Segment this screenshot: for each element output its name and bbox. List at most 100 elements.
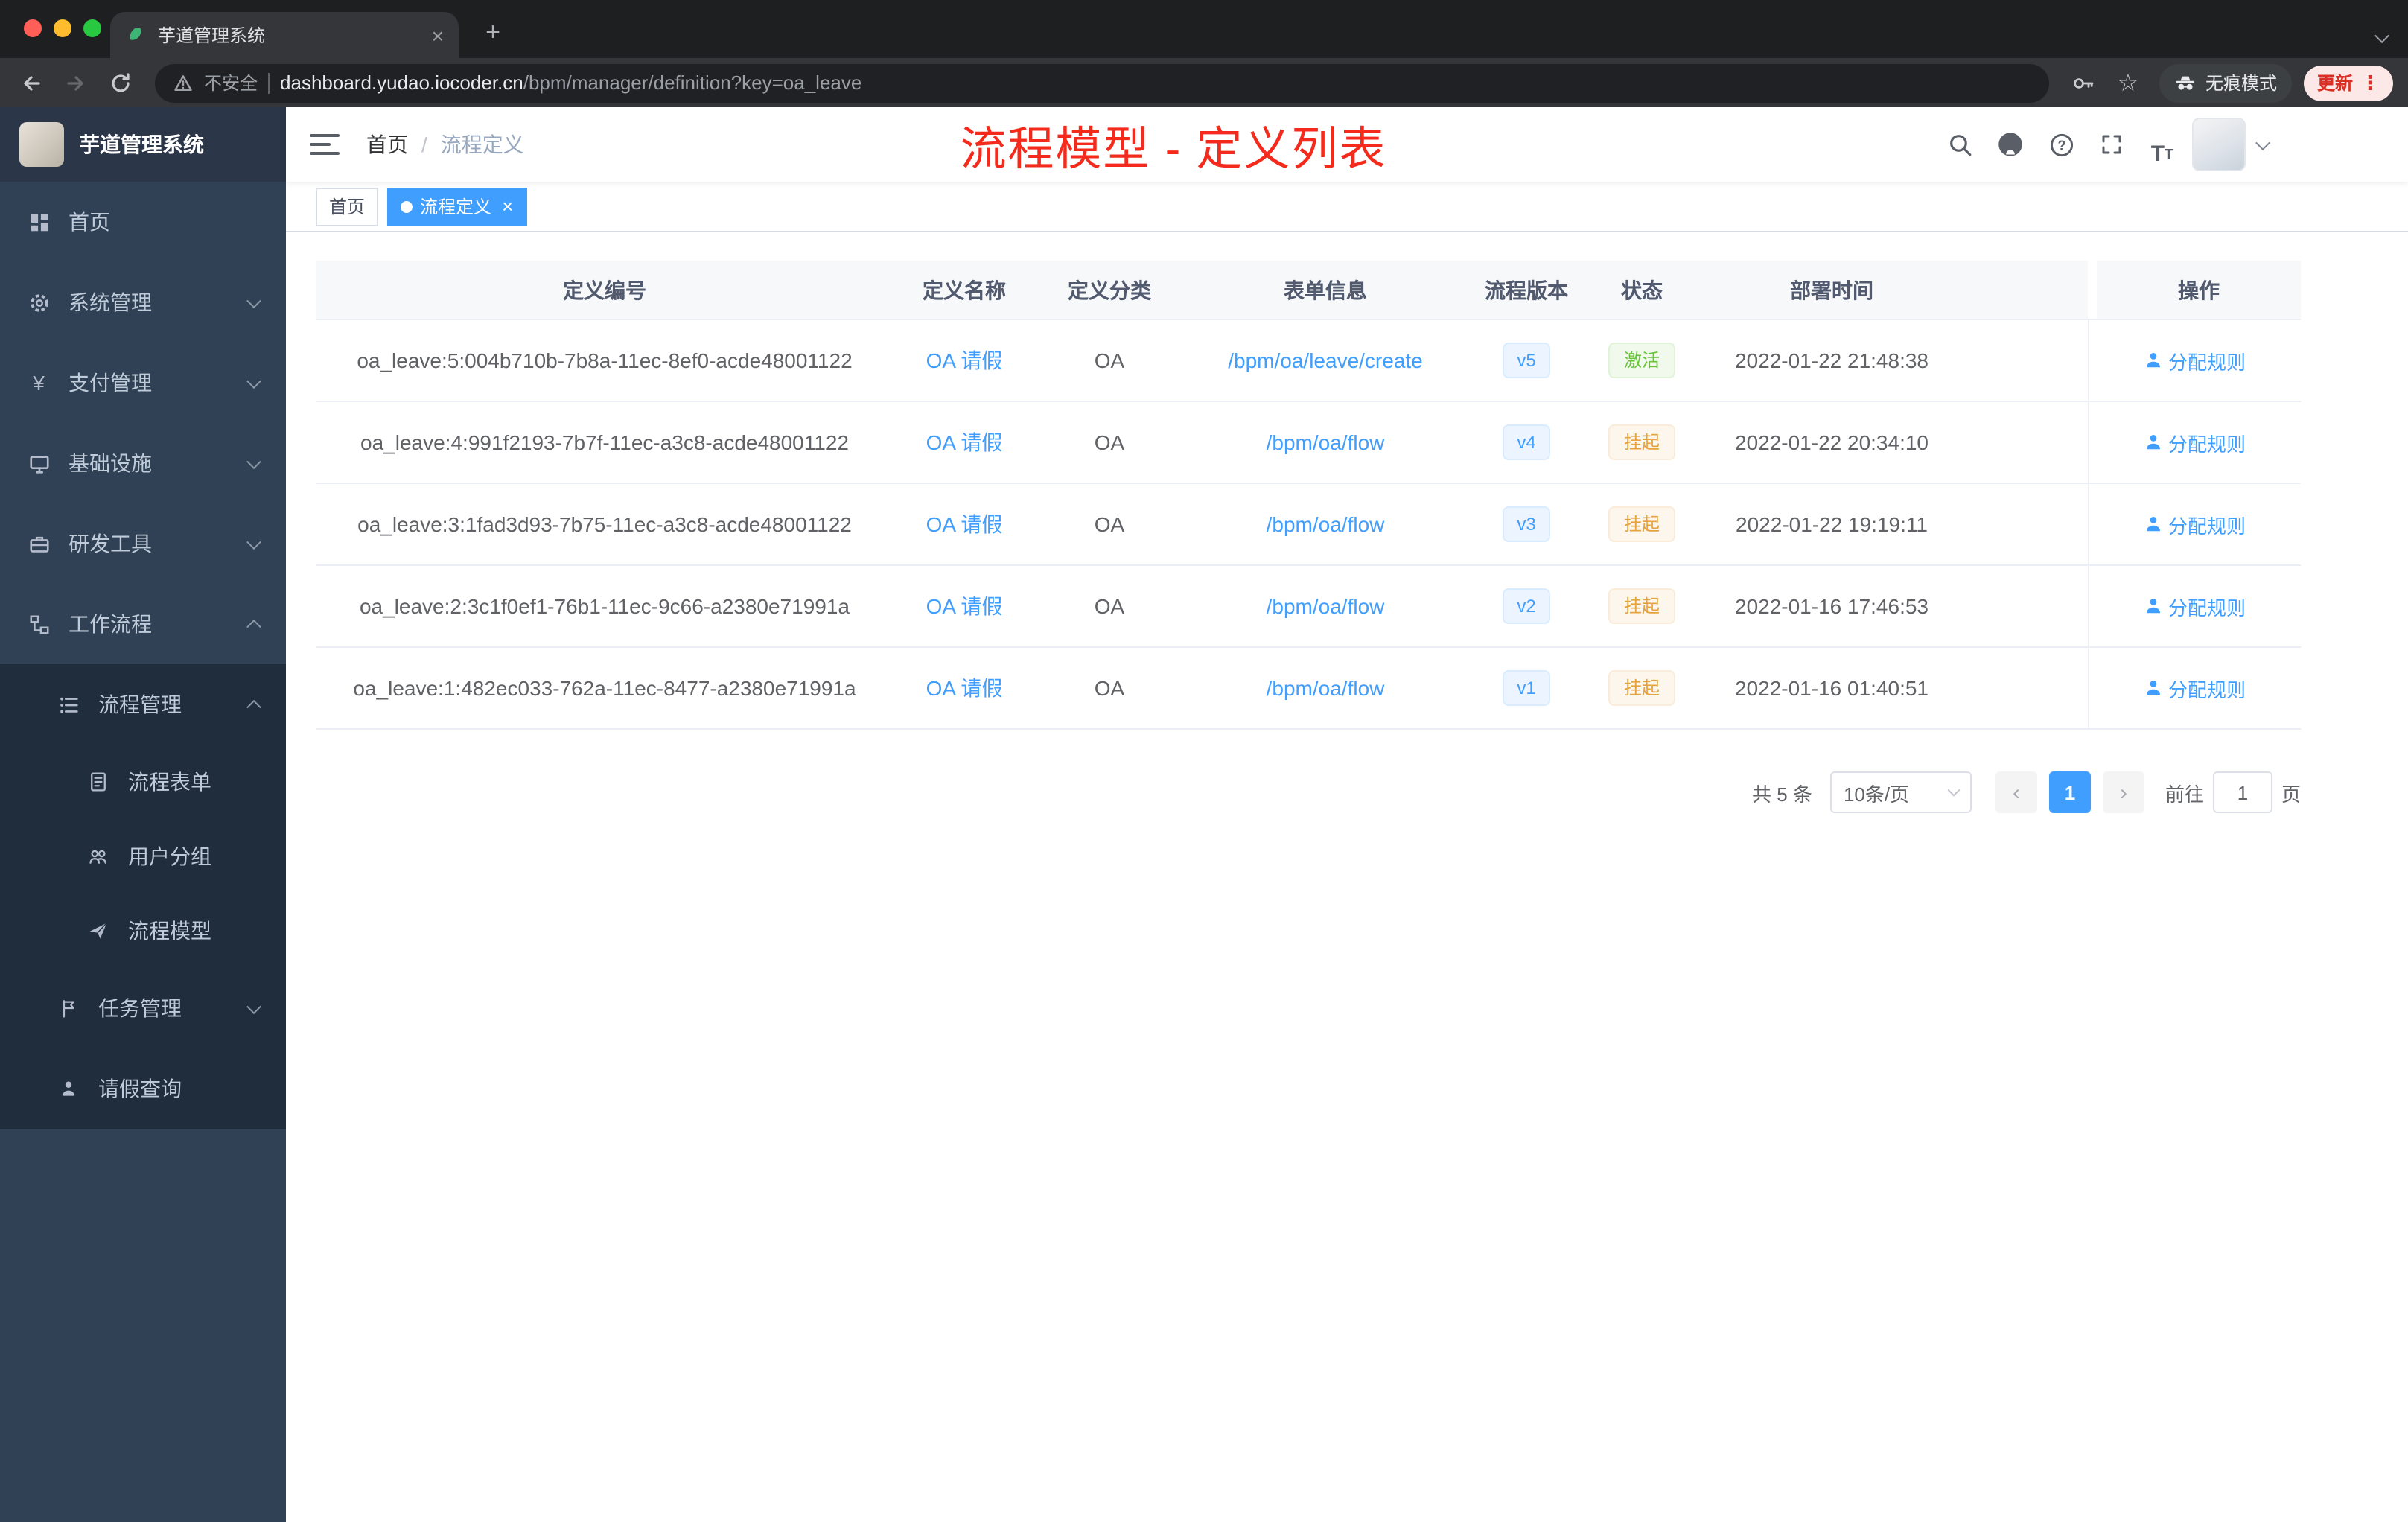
form-link[interactable]: /bpm/oa/flow [1267, 512, 1385, 536]
tag-label: 流程定义 [420, 197, 492, 217]
users-icon [86, 844, 110, 868]
update-label: 更新 [2316, 73, 2353, 94]
main-content: 定义编号 定义名称 定义分类 表单信息 流程版本 状态 部署时间 操作 oa_l… [286, 232, 2408, 1522]
sidebar-item-user-group[interactable]: 用户分组 [0, 819, 286, 894]
back-icon[interactable] [9, 62, 54, 104]
definition-category: OA [1094, 594, 1125, 618]
definition-name-link[interactable]: OA 请假 [926, 346, 1003, 375]
sidebar: 芋道管理系统 首页 系统管理 ¥ 支付管理 基础设施 研发工具 工作流程 流程管… [0, 107, 286, 1522]
browser-toolbar: 不安全 dashboard.yudao.iocoder.cn/bpm/manag… [0, 58, 2408, 107]
tag-process-definition[interactable]: 流程定义 × [387, 187, 527, 226]
col-header-filler [1966, 261, 2088, 319]
minimize-window-button[interactable] [54, 19, 71, 37]
table-header: 定义编号 定义名称 定义分类 表单信息 流程版本 状态 部署时间 操作 [316, 261, 2301, 320]
table-row: oa_leave:3:1fad3d93-7b75-11ec-a3c8-acde4… [316, 484, 2301, 566]
breadcrumb-separator: / [421, 133, 427, 156]
security-label[interactable]: 不安全 [204, 70, 258, 95]
table-row: oa_leave:1:482ec033-762a-11ec-8477-a2380… [316, 648, 2301, 730]
sidebar-item-system[interactable]: 系统管理 [0, 262, 286, 343]
assign-rule-link[interactable]: 分配规则 [2144, 592, 2246, 620]
zoom-window-button[interactable] [83, 19, 101, 37]
assign-rule-link[interactable]: 分配规则 [2144, 510, 2246, 538]
new-tab-button[interactable]: + [477, 16, 509, 49]
definition-category: OA [1094, 348, 1125, 372]
definition-name-link[interactable]: OA 请假 [926, 673, 1003, 703]
close-window-button[interactable] [24, 19, 42, 37]
pagination: 共 5 条 10条/页 ‹ 1 › 前往 页 [316, 771, 2301, 813]
sidebar-item-payment[interactable]: ¥ 支付管理 [0, 343, 286, 423]
svg-text:?: ? [2057, 137, 2065, 152]
next-page-button[interactable]: › [2102, 771, 2144, 813]
browser-update-button[interactable]: 更新 ⋮ [2303, 65, 2393, 101]
sidebar-item-home[interactable]: 首页 [0, 182, 286, 262]
sidebar-item-workflow[interactable]: 工作流程 [0, 584, 286, 664]
navbar: 首页 / 流程定义 流程模型 - 定义列表 ? T T [286, 107, 2408, 182]
url-text[interactable]: dashboard.yudao.iocoder.cn/bpm/manager/d… [280, 71, 861, 94]
page-size-select[interactable]: 10条/页 [1829, 771, 1972, 813]
tab-close-icon[interactable]: × [432, 25, 444, 45]
sidebar-item-label: 工作流程 [69, 612, 152, 636]
version-badge: v1 [1502, 670, 1551, 706]
help-icon[interactable]: ? [2040, 124, 2082, 165]
form-link[interactable]: /bpm/oa/flow [1267, 594, 1385, 618]
assign-rule-link[interactable]: 分配规则 [2144, 428, 2246, 456]
assign-rule-link[interactable]: 分配规则 [2144, 674, 2246, 702]
tab-search-icon[interactable] [2374, 24, 2389, 51]
incognito-label: 无痕模式 [2205, 73, 2277, 94]
browser-menu-icon[interactable]: ⋮ [2360, 71, 2380, 95]
font-size-icon[interactable]: TT [2141, 124, 2183, 165]
sidebar-item-process-model[interactable]: 流程模型 [0, 894, 286, 968]
security-warning-icon[interactable] [173, 72, 194, 93]
reload-icon[interactable] [98, 62, 143, 104]
tag-home[interactable]: 首页 [316, 187, 379, 226]
page-number-button[interactable]: 1 [2048, 771, 2091, 813]
sidebar-item-label: 流程模型 [128, 919, 211, 943]
definition-category: OA [1094, 512, 1125, 536]
browser-tab[interactable]: 芋道管理系统 × [110, 12, 459, 58]
assign-rule-link[interactable]: 分配规则 [2144, 346, 2246, 375]
status-badge: 挂起 [1608, 588, 1675, 624]
form-link[interactable]: /bpm/oa/flow [1267, 430, 1385, 454]
sidebar-item-label: 用户分组 [128, 844, 211, 868]
dashboard-icon [27, 210, 51, 234]
col-header-form: 表单信息 [1284, 278, 1367, 302]
forward-icon[interactable] [54, 62, 98, 104]
definition-id: oa_leave:5:004b710b-7b8a-11ec-8ef0-acde4… [357, 348, 853, 372]
definition-name-link[interactable]: OA 请假 [926, 427, 1003, 457]
address-bar[interactable]: 不安全 dashboard.yudao.iocoder.cn/bpm/manag… [155, 63, 2049, 102]
prev-page-button[interactable]: ‹ [1995, 771, 2037, 813]
sidebar-logo[interactable]: 芋道管理系统 [0, 107, 286, 182]
filler-cell [1966, 402, 2088, 483]
col-header-status: 状态 [1621, 278, 1663, 302]
form-link[interactable]: /bpm/oa/leave/create [1228, 348, 1423, 372]
avatar[interactable] [2192, 118, 2246, 171]
definition-name-link[interactable]: OA 请假 [926, 591, 1003, 621]
table-row: oa_leave:5:004b710b-7b8a-11ec-8ef0-acde4… [316, 320, 2301, 402]
github-icon[interactable] [1990, 124, 2031, 165]
bookmark-star-icon[interactable]: ☆ [2106, 62, 2150, 104]
chevron-up-icon [246, 618, 261, 634]
breadcrumb-home[interactable]: 首页 [366, 130, 408, 159]
sidebar-item-task-management[interactable]: 任务管理 [0, 968, 286, 1048]
sidebar-item-infra[interactable]: 基础设施 [0, 423, 286, 503]
assign-rule-label: 分配规则 [2167, 678, 2246, 701]
key-icon[interactable] [2061, 62, 2106, 104]
avatar-caret-icon[interactable] [2255, 135, 2270, 150]
active-dot [401, 200, 413, 212]
definition-name-link[interactable]: OA 请假 [926, 509, 1003, 539]
search-icon[interactable] [1939, 124, 1981, 165]
table-row: oa_leave:4:991f2193-7b7f-11ec-a3c8-acde4… [316, 402, 2301, 484]
filler-cell [1966, 484, 2088, 564]
sidebar-item-label: 任务管理 [98, 996, 182, 1020]
filler-cell [1966, 566, 2088, 646]
sidebar-item-leave-query[interactable]: 请假查询 [0, 1048, 286, 1129]
sidebar-item-process-form[interactable]: 流程表单 [0, 745, 286, 819]
goto-page-input[interactable] [2212, 771, 2272, 813]
fullscreen-icon[interactable] [2091, 124, 2133, 165]
tag-close-icon[interactable]: × [502, 197, 513, 216]
chevron-down-icon [246, 534, 261, 550]
sidebar-item-devtools[interactable]: 研发工具 [0, 503, 286, 584]
form-link[interactable]: /bpm/oa/flow [1267, 676, 1385, 700]
sidebar-item-process-management[interactable]: 流程管理 [0, 664, 286, 745]
hamburger-icon[interactable] [310, 130, 343, 159]
